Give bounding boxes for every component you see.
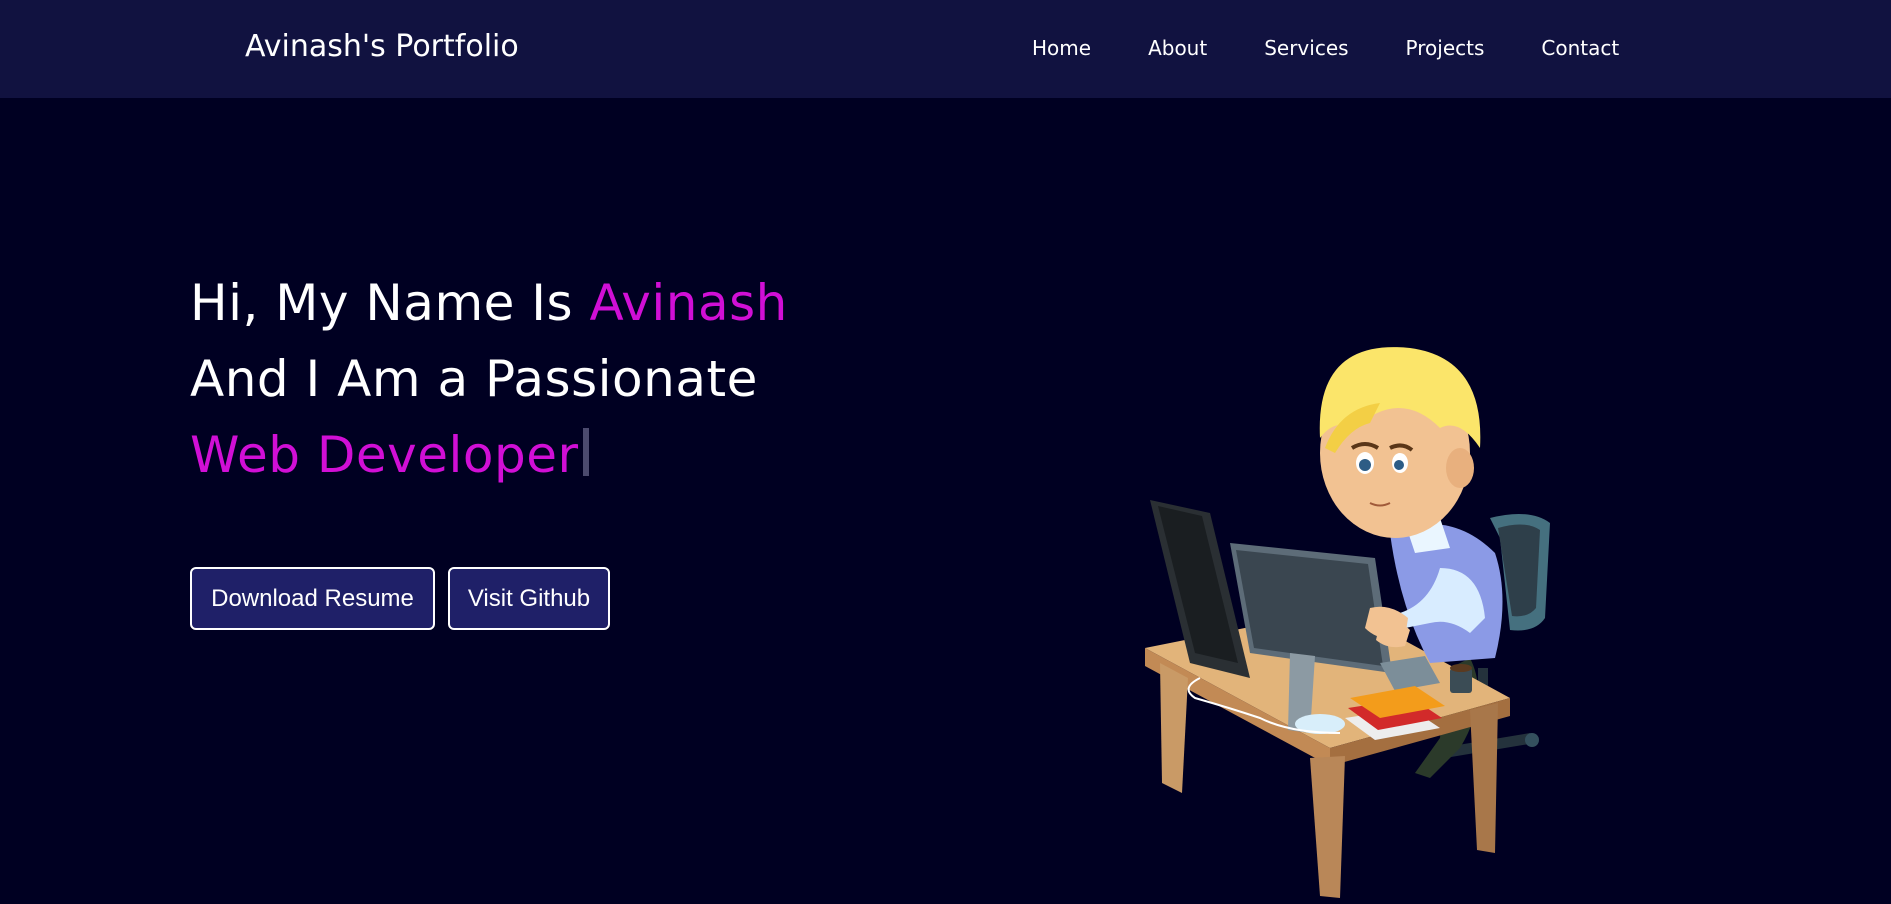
- hero-section: Hi, My Name Is Avinash And I Am a Passio…: [0, 98, 1891, 898]
- nav-link-contact[interactable]: Contact: [1541, 34, 1619, 62]
- person-iris-shape: [1394, 460, 1404, 470]
- headline-greeting: Hi, My Name Is: [190, 274, 590, 332]
- person-ear-shape: [1446, 448, 1474, 488]
- visit-github-button[interactable]: Visit Github: [448, 567, 610, 630]
- navbar: Avinash's Portfolio Home About Services …: [0, 0, 1891, 98]
- person-iris-shape: [1359, 459, 1371, 471]
- mug-coffee-shape: [1450, 664, 1472, 672]
- headline-line-3: Web Developer: [190, 417, 788, 493]
- headline-line-2: And I Am a Passionate: [190, 350, 758, 408]
- headline-line-1: Hi, My Name Is Avinash: [190, 265, 788, 341]
- nav-link-services[interactable]: Services: [1264, 34, 1348, 62]
- developer-at-desk-illustration: [1145, 347, 1550, 898]
- nav-link-home[interactable]: Home: [1032, 34, 1091, 62]
- brand-title[interactable]: Avinash's Portfolio: [245, 27, 519, 67]
- download-resume-button[interactable]: Download Resume: [190, 567, 435, 630]
- desk-leg-shape: [1160, 663, 1188, 793]
- desk-leg-shape: [1470, 703, 1498, 853]
- chair-wheel-shape: [1525, 733, 1539, 747]
- hero-headline: Hi, My Name Is Avinash And I Am a Passio…: [190, 265, 788, 493]
- typing-cursor: [582, 428, 589, 476]
- nav-links: Home About Services Projects Contact: [1032, 34, 1619, 62]
- desk-leg-shape: [1310, 756, 1345, 898]
- headline-role: Web Developer: [190, 426, 579, 484]
- nav-link-about[interactable]: About: [1148, 34, 1207, 62]
- headline-name: Avinash: [589, 274, 788, 332]
- nav-link-projects[interactable]: Projects: [1406, 34, 1485, 62]
